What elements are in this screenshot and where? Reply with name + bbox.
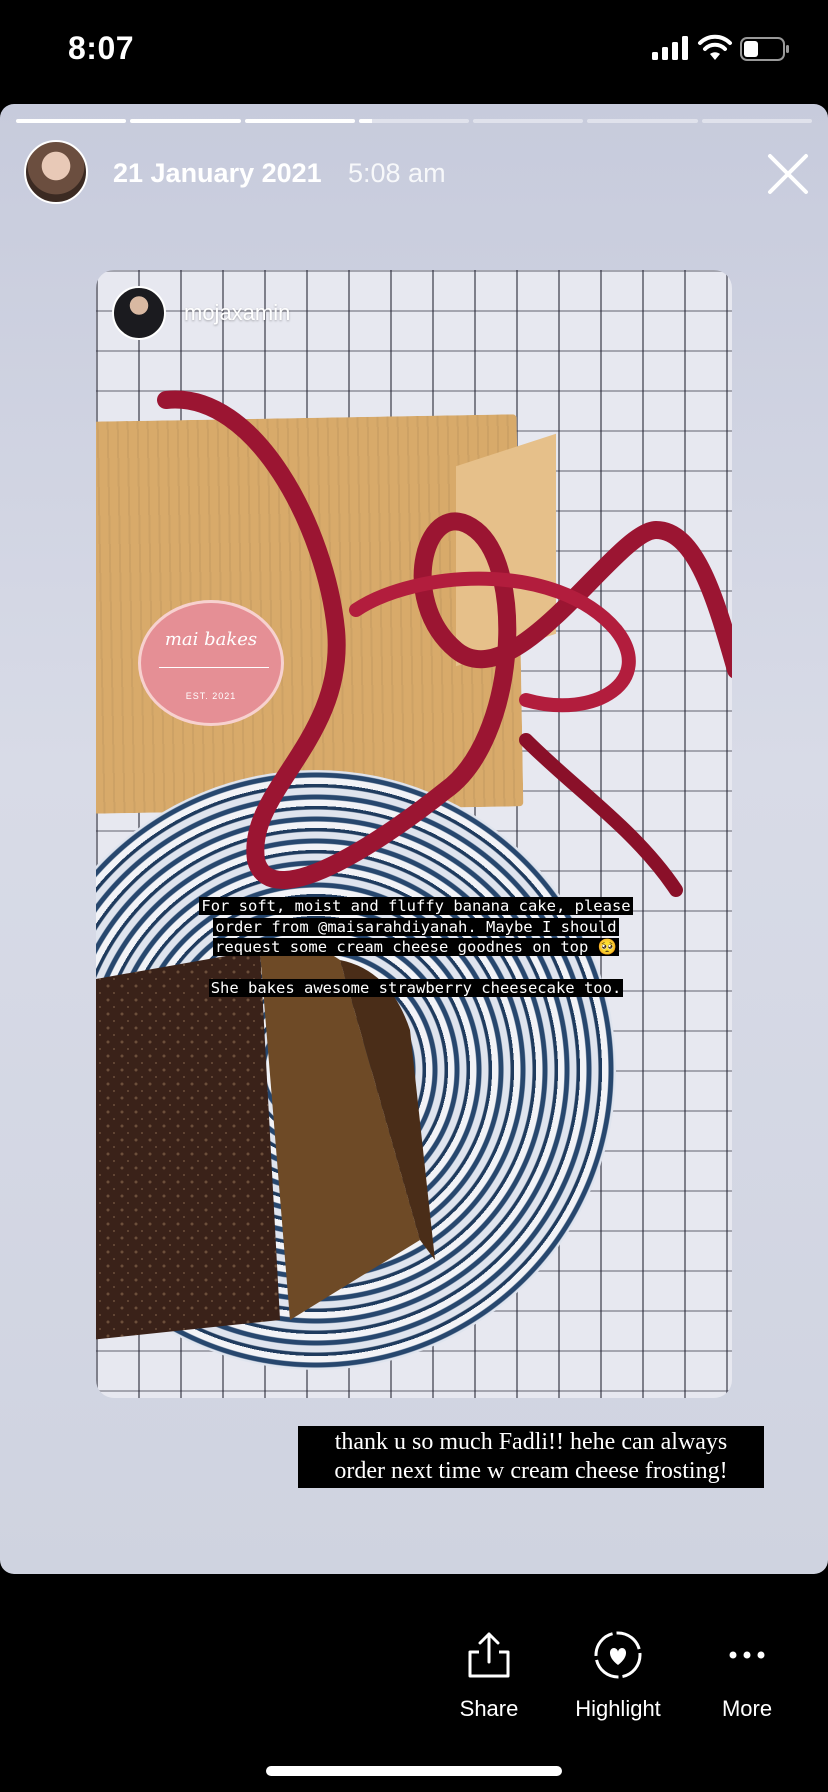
highlight-button[interactable]: Highlight: [558, 1628, 678, 1722]
highlight-icon: [594, 1631, 642, 1679]
highlight-label: Highlight: [575, 1696, 661, 1721]
story-viewer[interactable]: 21 January 2021 5:08 am mai bakes EST. 2…: [0, 104, 828, 1574]
share-button[interactable]: Share: [429, 1628, 549, 1722]
story-date: 21 January 2021: [113, 158, 322, 188]
status-time: 8:07: [68, 30, 135, 66]
story-progress-segment: [358, 119, 470, 123]
status-bar: 8:07: [0, 0, 828, 100]
caption-line: order from @maisarahdiyanah. Maybe I sho…: [213, 917, 619, 936]
story-progress-segment: [244, 119, 355, 123]
story-progress-fill: [358, 119, 373, 123]
story-progress-fill: [130, 119, 241, 123]
story-actions-bar: Share Highlight More: [0, 1574, 828, 1792]
story-progress-segment: [473, 119, 584, 123]
caption-line: She bakes awesome strawberry cheesecake …: [208, 978, 624, 997]
ribbon-image: [157, 390, 732, 897]
story-reply-text: thank u so much Fadli!! hehe can always …: [298, 1426, 764, 1488]
story-progress-segment: [701, 119, 812, 123]
more-button[interactable]: More: [687, 1628, 807, 1722]
share-icon: [468, 1632, 510, 1678]
close-icon[interactable]: [764, 150, 812, 198]
story-progress-fill: [16, 119, 127, 123]
signal-icon: [652, 36, 688, 60]
battery-icon: [740, 37, 789, 61]
caption-line: request some cream cheese goodnes on top…: [213, 938, 619, 956]
post-author-avatar[interactable]: [112, 286, 166, 340]
shared-post[interactable]: mai bakes EST. 2021 mojaxamin For soft, …: [96, 270, 732, 1398]
story-progress-segment: [587, 119, 698, 123]
story-time: 5:08 am: [348, 158, 446, 188]
story-progress: [16, 119, 812, 123]
more-label: More: [721, 1696, 773, 1721]
post-username[interactable]: mojaxamin: [184, 300, 290, 326]
caption-line: For soft, moist and fluffy banana cake, …: [199, 897, 633, 915]
more-icon: [729, 1651, 765, 1659]
story-progress-segment: [16, 119, 127, 123]
story-progress-segment: [130, 119, 241, 123]
post-caption: For soft, moist and fluffy banana cake, …: [186, 896, 646, 1018]
share-label: Share: [459, 1696, 519, 1721]
wifi-icon: [698, 34, 732, 60]
story-progress-fill: [244, 119, 355, 123]
avatar[interactable]: [24, 140, 88, 204]
home-indicator[interactable]: [266, 1766, 562, 1776]
